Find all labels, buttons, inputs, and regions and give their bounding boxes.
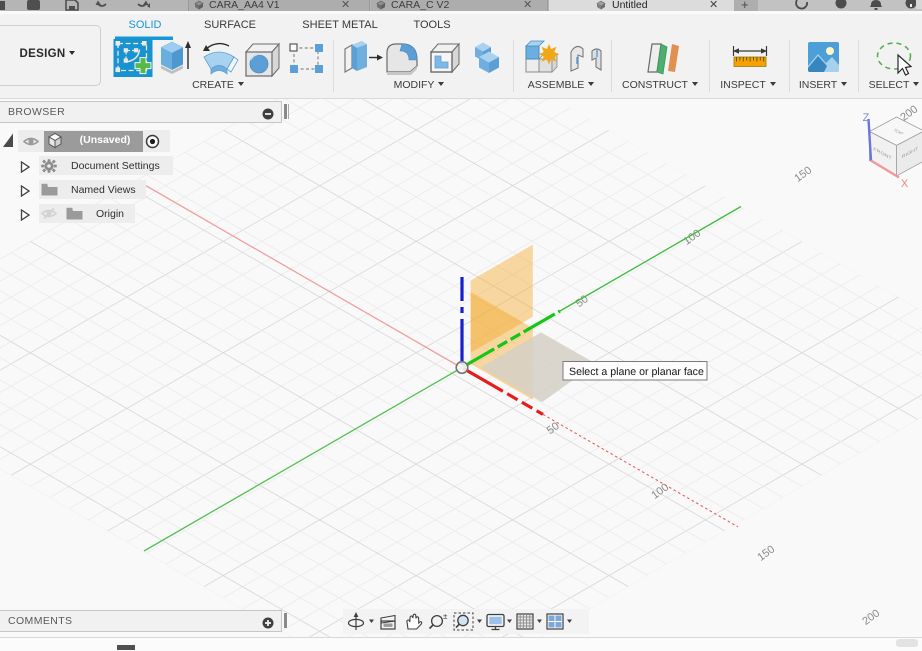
svg-text:Z: Z: [863, 112, 870, 124]
svg-text:X: X: [901, 178, 909, 190]
svg-text:±: ±: [443, 612, 448, 621]
svg-text:Select a plane or planar face: Select a plane or planar face: [569, 366, 704, 378]
